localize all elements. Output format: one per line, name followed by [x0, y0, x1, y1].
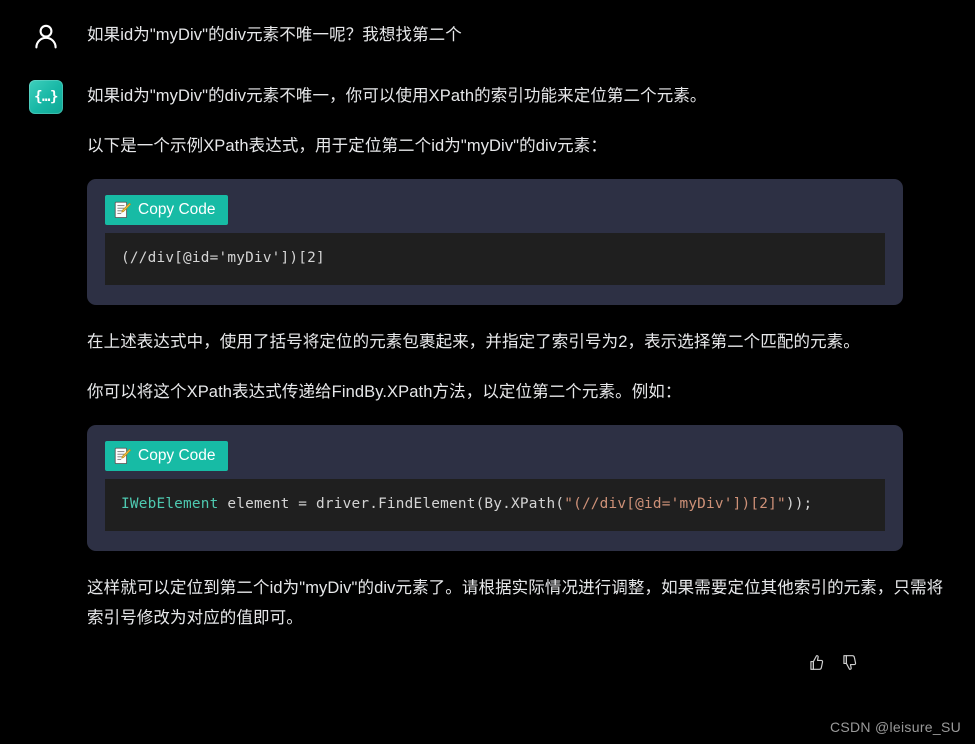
- conversation-container: 如果id为"myDiv"的div元素不唯一呢？我想找第二个 {…} 如果id为"…: [0, 0, 975, 744]
- code-text-1: (//div[@id='myDiv'])[2]: [121, 247, 869, 269]
- copy-code-label-2: Copy Code: [138, 447, 216, 464]
- assistant-avatar-wrapper: {…}: [26, 78, 66, 114]
- code-token-type: IWebElement: [121, 496, 219, 512]
- copy-code-label-1: Copy Code: [138, 201, 216, 218]
- user-message: 如果id为"myDiv"的div元素不唯一呢？我想找第二个: [0, 0, 975, 54]
- assistant-paragraph-4: 你可以将这个XPath表达式传递给FindBy.XPath方法，以定位第二个元素…: [87, 383, 682, 401]
- code-braces-icon: {…}: [29, 80, 63, 114]
- user-message-text: 如果id为"myDiv"的div元素不唯一呢？我想找第二个: [87, 26, 462, 44]
- assistant-avatar-glyph: {…}: [34, 89, 58, 105]
- code-token: (//div[@id='myDiv'])[2]: [121, 250, 325, 266]
- code-block-1: Copy Code (//div[@id='myDiv'])[2]: [87, 179, 903, 305]
- assistant-paragraph-2: 以下是一个示例XPath表达式，用于定位第二个id为"myDiv"的div元素：: [87, 137, 607, 155]
- assistant-message: {…} 如果id为"myDiv"的div元素不唯一，你可以使用XPath的索引功…: [0, 54, 975, 672]
- code-text-2: IWebElement element = driver.FindElement…: [121, 493, 869, 515]
- code-token-plain-end: ));: [785, 496, 813, 512]
- code-token-plain: element = driver.FindElement(By.XPath(: [218, 496, 565, 512]
- code-token-string: "(//div[@id='myDiv'])[2]": [564, 496, 786, 512]
- code-area-1[interactable]: (//div[@id='myDiv'])[2]: [105, 233, 885, 285]
- memo-pencil-icon: [114, 447, 131, 464]
- assistant-paragraph-1: 如果id为"myDiv"的div元素不唯一，你可以使用XPath的索引功能来定位…: [87, 87, 707, 105]
- person-icon: [35, 24, 57, 49]
- assistant-message-body: 如果id为"myDiv"的div元素不唯一，你可以使用XPath的索引功能来定位…: [66, 78, 951, 672]
- assistant-paragraph-5: 这样就可以定位到第二个id为"myDiv"的div元素了。请根据实际情况进行调整…: [87, 579, 944, 627]
- copy-code-button-2[interactable]: Copy Code: [105, 441, 228, 471]
- feedback-row: [87, 653, 951, 672]
- user-message-body: 如果id为"myDiv"的div元素不唯一呢？我想找第二个: [66, 18, 951, 49]
- thumbs-down-icon[interactable]: [839, 653, 858, 672]
- memo-pencil-icon: [114, 201, 131, 218]
- copy-code-button-1[interactable]: Copy Code: [105, 195, 228, 225]
- csdn-watermark: CSDN @leisure_SU: [829, 719, 961, 735]
- thumbs-up-icon[interactable]: [806, 653, 825, 672]
- code-area-2[interactable]: IWebElement element = driver.FindElement…: [105, 479, 885, 531]
- assistant-paragraph-3: 在上述表达式中，使用了括号将定位的元素包裹起来，并指定了索引号为2，表示选择第二…: [87, 333, 860, 351]
- user-avatar-wrapper: [26, 18, 66, 54]
- code-block-2: Copy Code IWebElement element = driver.F…: [87, 425, 903, 551]
